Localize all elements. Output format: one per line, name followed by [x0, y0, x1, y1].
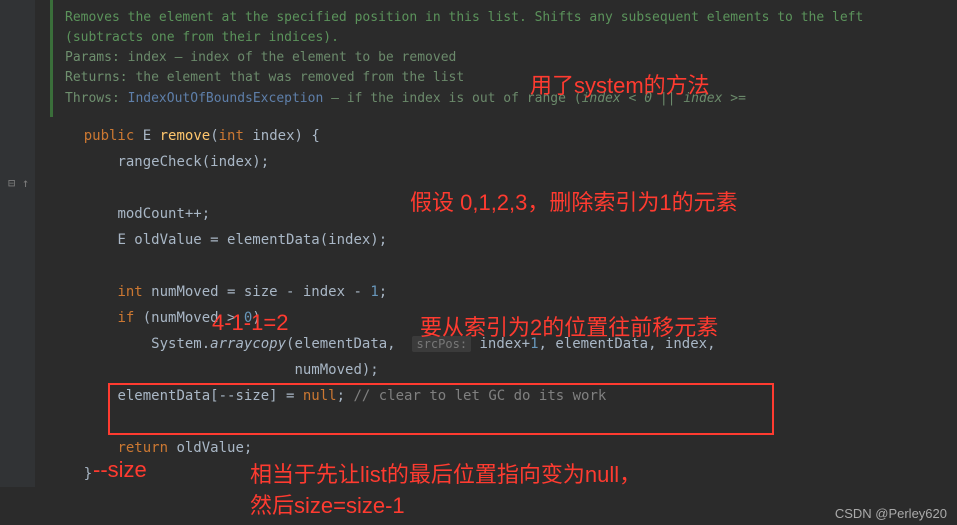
code-line: System.arraycopy(elementData, srcPos: in… [50, 331, 957, 357]
code-line: numMoved); [50, 357, 957, 383]
code-line: return oldValue; [50, 435, 957, 461]
code-line: rangeCheck(index); [50, 149, 957, 175]
javadoc-params-text: index – index of the element to be remov… [128, 50, 457, 65]
collapse-icon[interactable]: ⊟ [8, 176, 15, 190]
javadoc-returns-text: the element that was removed from the li… [135, 70, 464, 85]
javadoc-block: Removes the element at the specified pos… [50, 0, 957, 117]
javadoc-summary: Removes the element at the specified pos… [65, 8, 945, 48]
annotation-null-b: 然后size=size-1 [250, 488, 405, 520]
override-icon[interactable]: ↑ [22, 176, 29, 190]
code-line: modCount++; [50, 201, 957, 227]
code-line [50, 175, 957, 201]
javadoc-throws-label: Throws: [65, 91, 120, 106]
param-hint: srcPos: [412, 336, 471, 352]
code-line: int numMoved = size - index - 1; [50, 279, 957, 305]
editor-gutter: ⊟ ↑ [0, 0, 35, 487]
code-line: E oldValue = elementData(index); [50, 227, 957, 253]
code-line: elementData[--size] = null; // clear to … [50, 383, 957, 409]
javadoc-throws-link[interactable]: IndexOutOfBoundsException [128, 91, 324, 106]
code-block[interactable]: public E remove(int index) { rangeCheck(… [50, 117, 957, 487]
code-line: public E remove(int index) { [50, 123, 957, 149]
code-line: if (numMoved > 0) [50, 305, 957, 331]
javadoc-throws-text: – if the index is out of range ( [331, 91, 581, 106]
javadoc-returns-label: Returns: [65, 70, 128, 85]
javadoc-throws-code: index < 0 || index >= [582, 91, 746, 106]
code-line: } [50, 461, 957, 487]
javadoc-params-label: Params: [65, 50, 120, 65]
watermark: CSDN @Perley620 [835, 506, 947, 521]
code-line [50, 409, 957, 435]
code-line [50, 253, 957, 279]
